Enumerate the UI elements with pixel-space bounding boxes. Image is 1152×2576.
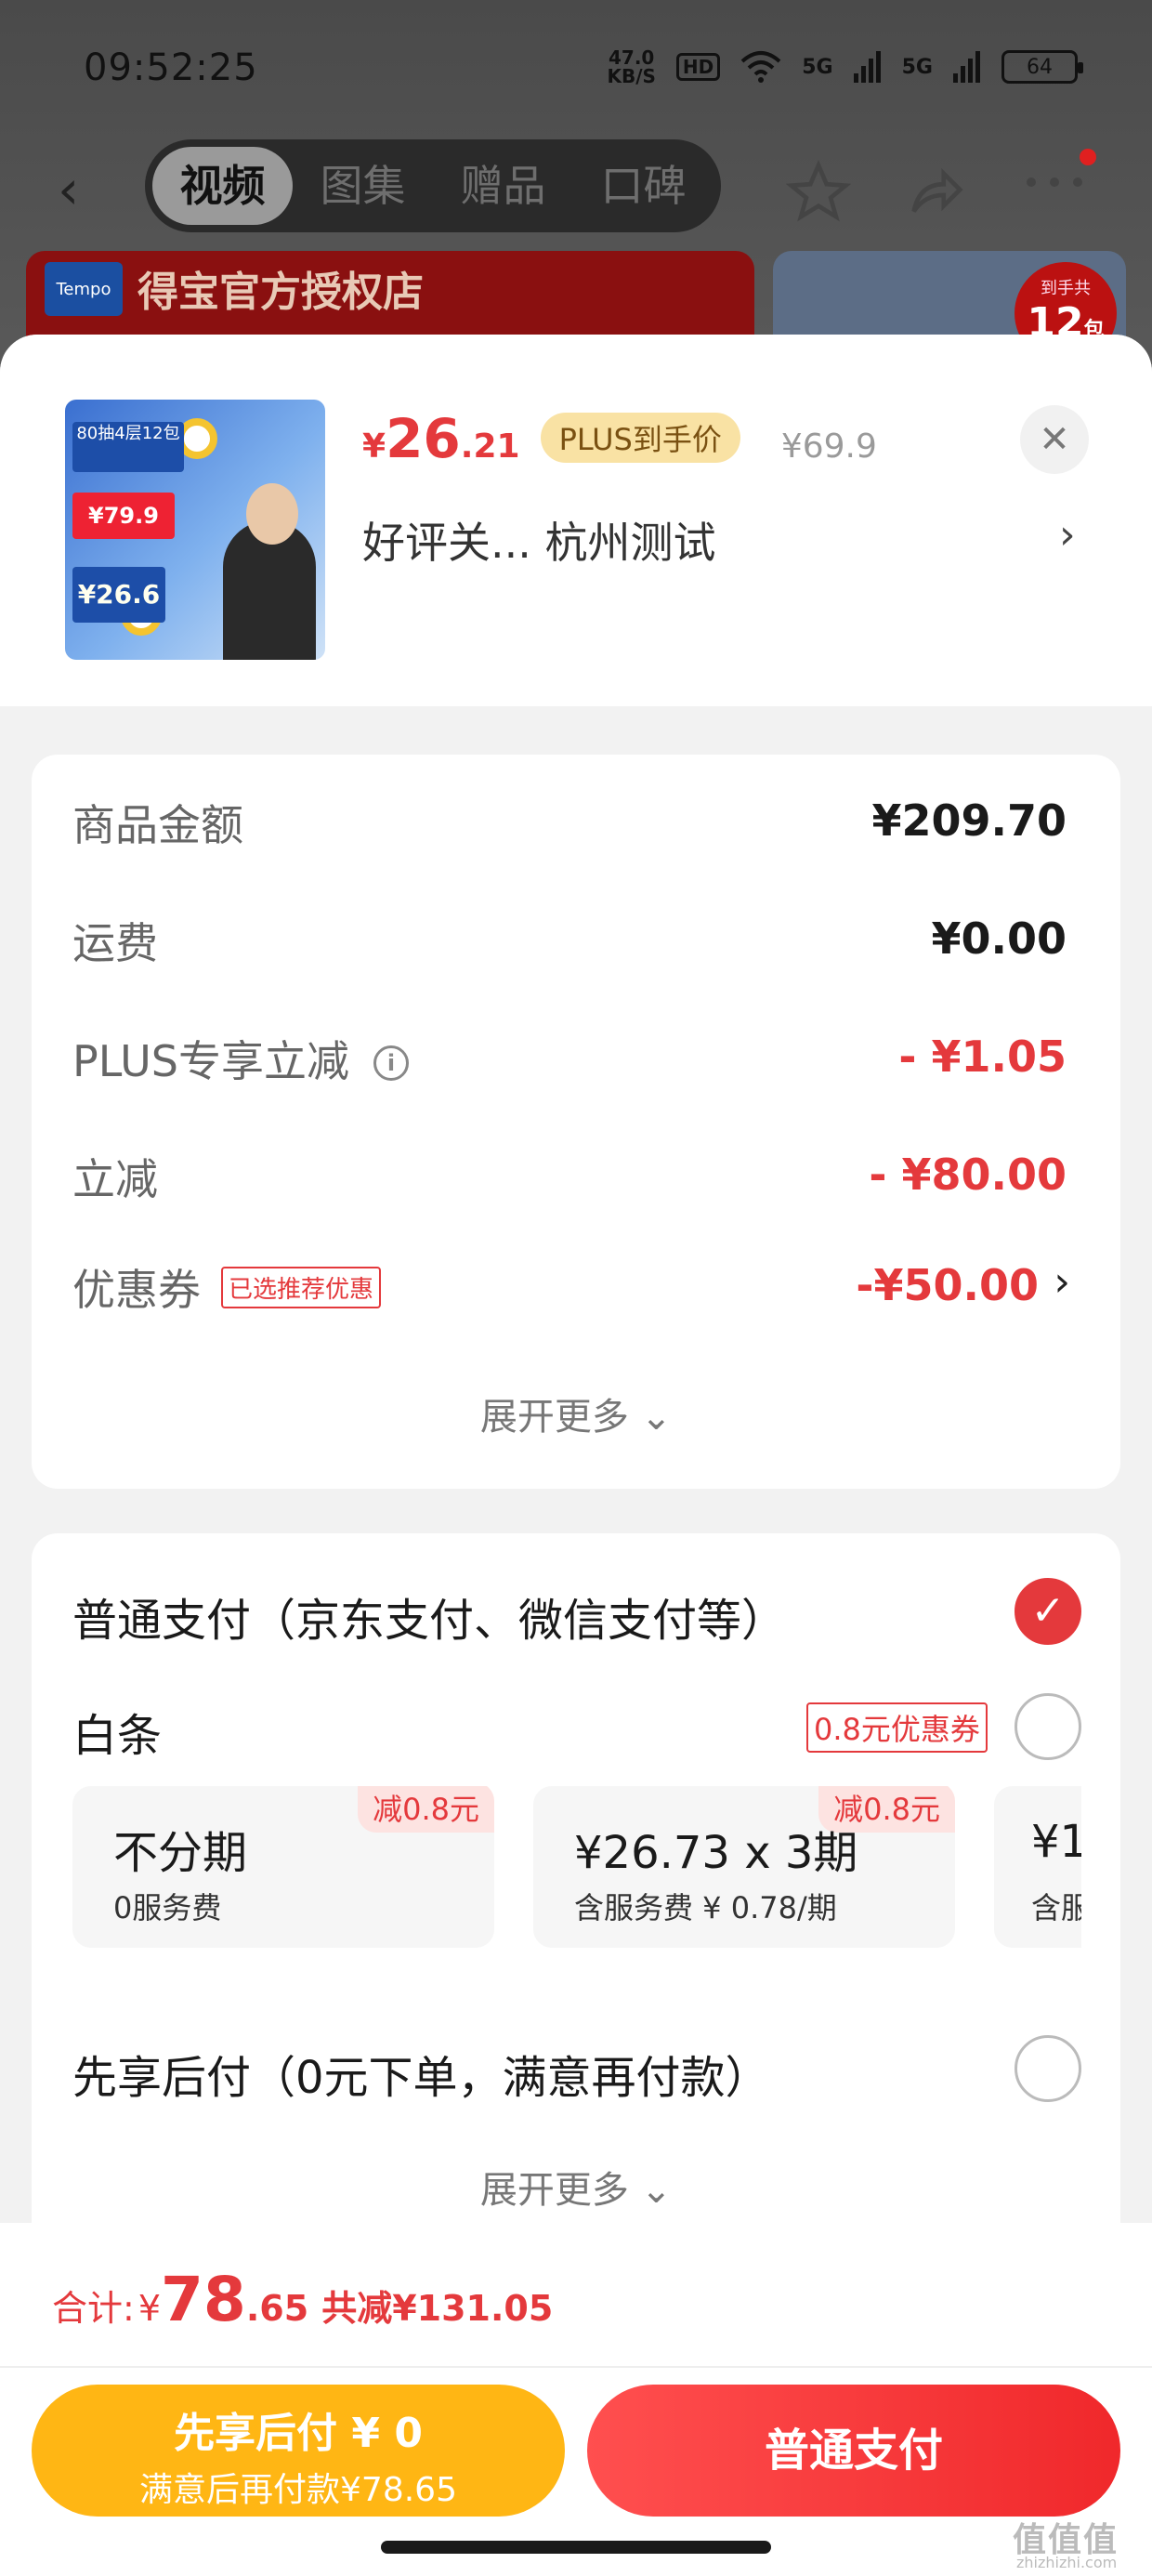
coupon-tag: 已选推荐优惠	[221, 1267, 382, 1308]
checkout-footer: 合计: ¥ 78 .65 共减¥131.05 先享后付 ¥ 0 满意后再付款¥7…	[0, 2223, 1152, 2576]
amount-label: 优惠券 已选推荐优惠	[72, 1256, 382, 1318]
original-price: ¥69.9	[780, 427, 877, 466]
plan-title: ¥1	[1031, 1816, 1081, 1868]
plan-fee: 0服务费	[113, 1890, 222, 1925]
plan-discount-badge: 减0.8元	[358, 1786, 494, 1833]
amount-row: 立减 - ¥80.00	[72, 1146, 1067, 1211]
baitiao-coupon-tag: 0.8元优惠券	[806, 1702, 988, 1753]
amount-value: ¥0.00	[931, 913, 1067, 964]
amount-label: PLUS专享立减 i	[72, 1028, 409, 1089]
brand-logo: Tempo	[45, 262, 123, 316]
expand-more-button[interactable]: 展开更多 ⌄	[32, 2160, 1120, 2214]
spec-selector[interactable]: 好评关... 杭州测试	[362, 509, 716, 571]
installment-plan[interactable]: 减0.8元 不分期 0服务费	[72, 1786, 494, 1948]
notification-dot	[1080, 149, 1096, 165]
radio-unchecked-icon[interactable]	[1015, 2035, 1081, 2102]
more-icon[interactable]	[1022, 173, 1087, 191]
tab-gifts[interactable]: 赠品	[433, 147, 573, 225]
installment-plan[interactable]: 减0.8元 ¥26.73 x 3期 含服务费 ¥ 0.78/期	[533, 1786, 955, 1948]
battery-icon: 64	[1001, 50, 1083, 84]
payment-option-normal[interactable]: 普通支付（京东支付、微信支付等）	[72, 1584, 786, 1649]
star-icon[interactable]	[786, 160, 851, 225]
installment-plans: 减0.8元 不分期 0服务费 减0.8元 ¥26.73 x 3期 含服务费 ¥ …	[72, 1786, 1081, 1953]
payment-method-card: 普通支付（京东支付、微信支付等） ✓ 白条 0.8元优惠券 减0.8元 不分期 …	[32, 1533, 1120, 2277]
normal-pay-button[interactable]: 普通支付	[587, 2385, 1120, 2517]
amount-label: 运费	[72, 918, 158, 968]
product-thumbnail: 80抽4层12包 ¥79.9 ¥26.6	[65, 400, 325, 660]
plan-title: 不分期	[113, 1827, 248, 1879]
total-decimal: .65	[245, 2288, 309, 2329]
footer-divider	[0, 2366, 1152, 2368]
amount-value: - ¥80.00	[869, 1150, 1067, 1200]
media-tabs: 视频 图集 赠品 口碑	[145, 139, 721, 232]
chevron-right-icon[interactable]: ›	[1059, 511, 1076, 559]
plus-price-tag: PLUS到手价	[540, 413, 740, 463]
amount-value: ¥209.70	[871, 795, 1067, 846]
plan-fee: 含服	[1031, 1890, 1081, 1925]
total-row: 合计: ¥ 78 .65 共减¥131.05	[52, 2264, 553, 2335]
status-bar: 09:52:25 47.0 KB/S HD 5G 5G 64	[0, 0, 1152, 139]
signal-icon: 5G	[802, 55, 833, 79]
home-indicator[interactable]	[381, 2541, 771, 2554]
signal-icon-2: 5G	[901, 55, 933, 79]
signal-bars-icon	[853, 51, 881, 83]
close-button[interactable]: ✕	[1020, 405, 1089, 474]
amount-label: 商品金额	[72, 800, 243, 850]
total-label: 合计:	[52, 2288, 135, 2329]
coupon-row[interactable]: 优惠券 已选推荐优惠 -¥50.00 ›	[72, 1256, 1070, 1321]
plan-title: ¥26.73 x 3期	[574, 1827, 858, 1879]
info-icon[interactable]: i	[373, 1045, 409, 1081]
amount-summary-card: 商品金额 ¥209.70 运费 ¥0.00 PLUS专享立减 i - ¥1.05 …	[32, 755, 1120, 1489]
collapsed-card	[32, 688, 1120, 706]
top-nav: ‹ 视频 图集 赠品 口碑	[0, 139, 1152, 232]
back-icon[interactable]: ‹	[58, 158, 79, 221]
radio-unchecked-icon[interactable]	[1015, 1693, 1081, 1760]
payment-option-baitiao[interactable]: 白条	[72, 1699, 162, 1764]
amount-value: -¥50.00	[856, 1260, 1039, 1310]
amount-label: 立减	[72, 1154, 158, 1204]
installment-plan[interactable]: ¥1 含服	[994, 1786, 1081, 1948]
chevron-right-icon[interactable]: ›	[1054, 1258, 1070, 1306]
amount-value: - ¥1.05	[898, 1032, 1067, 1082]
tab-gallery[interactable]: 图集	[293, 147, 433, 225]
thumb-tag: 80抽4层12包	[72, 422, 184, 472]
tab-reviews[interactable]: 口碑	[573, 147, 713, 225]
amount-row: 运费 ¥0.00	[72, 910, 1067, 975]
signal-bars-icon-2	[953, 51, 980, 83]
expand-more-button[interactable]: 展开更多 ⌄	[32, 1387, 1120, 1440]
thumb-price: ¥26.6	[72, 567, 165, 623]
net-speed: 47.0 KB/S	[607, 46, 656, 87]
wifi-icon	[740, 51, 781, 83]
price-row: ¥26.21 PLUS到手价 ¥69.9	[362, 407, 877, 470]
product-header: 80抽4层12包 ¥79.9 ¥26.6 ¥26.21 PLUS到手价 ¥69.…	[0, 335, 1152, 706]
amount-row: PLUS专享立减 i - ¥1.05	[72, 1028, 1067, 1093]
radio-checked-icon[interactable]: ✓	[1015, 1578, 1081, 1645]
status-time: 09:52:25	[84, 46, 258, 89]
amount-row: 商品金额 ¥209.70	[72, 792, 1067, 857]
total-amount: 78	[161, 2264, 246, 2335]
plan-fee: 含服务费 ¥ 0.78/期	[574, 1890, 837, 1925]
pay-later-button[interactable]: 先享后付 ¥ 0 满意后再付款¥78.65	[32, 2385, 565, 2517]
status-icons: 47.0 KB/S HD 5G 5G 64	[607, 46, 1083, 87]
current-price: ¥26.21	[362, 407, 520, 470]
hd-icon: HD	[675, 53, 721, 81]
store-title: 得宝官方授权店	[137, 269, 424, 316]
tab-video[interactable]: 视频	[152, 147, 293, 225]
watermark-url: zhizhizhi.com	[1016, 2554, 1118, 2571]
thumb-promo: ¥79.9	[72, 493, 175, 539]
total-saved: 共减¥131.05	[321, 2288, 554, 2329]
share-icon[interactable]	[903, 160, 968, 225]
payment-option-pay-later[interactable]: 先享后付（0元下单，满意再付款）	[72, 2041, 770, 2106]
model-face	[246, 483, 298, 545]
total-symbol: ¥	[137, 2288, 161, 2329]
